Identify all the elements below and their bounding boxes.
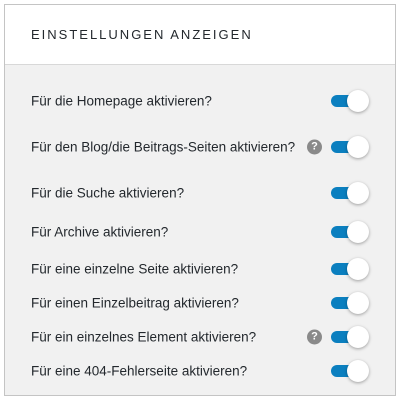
toggle-knob [347, 136, 369, 158]
toggle-knob [347, 221, 369, 243]
single-post-toggle[interactable] [331, 292, 369, 314]
single-element-toggle[interactable] [331, 326, 369, 348]
search-toggle[interactable] [331, 182, 369, 204]
setting-row-404: Für eine 404-Fehlerseite aktivieren? [5, 351, 395, 391]
404-page-toggle[interactable] [331, 360, 369, 382]
toggle-knob [347, 90, 369, 112]
setting-row-homepage: Für die Homepage aktivieren? [5, 81, 395, 121]
setting-label: Für die Suche aktivieren? [31, 185, 185, 201]
setting-row-blog: Für den Blog/die Beitrags-Seiten aktivie… [5, 127, 395, 167]
toggle-knob [347, 292, 369, 314]
display-settings-panel: EINSTELLUNGEN ANZEIGEN Für die Homepage … [4, 4, 396, 396]
blog-toggle[interactable] [331, 136, 369, 158]
toggle-knob [347, 360, 369, 382]
setting-label: Für ein einzelnes Element aktivieren? [31, 329, 257, 345]
toggle-knob [347, 182, 369, 204]
setting-row-search: Für die Suche aktivieren? [5, 173, 395, 213]
setting-label: Für einen Einzelbeitrag aktivieren? [31, 295, 239, 311]
panel-header: EINSTELLUNGEN ANZEIGEN [5, 5, 395, 65]
toggle-knob [347, 326, 369, 348]
archive-toggle[interactable] [331, 221, 369, 243]
setting-label: Für eine 404-Fehlerseite aktivieren? [31, 363, 248, 379]
help-icon[interactable]: ? [307, 329, 322, 345]
setting-label: Für Archive aktivieren? [31, 224, 169, 240]
setting-row-archive: Für Archive aktivieren? [5, 212, 395, 252]
help-icon[interactable]: ? [307, 139, 322, 155]
setting-label: Für den Blog/die Beitrags-Seiten aktivie… [31, 139, 296, 155]
single-page-toggle[interactable] [331, 258, 369, 280]
toggle-knob [347, 258, 369, 280]
setting-label: Für die Homepage aktivieren? [31, 93, 212, 109]
homepage-toggle[interactable] [331, 90, 369, 112]
panel-title: EINSTELLUNGEN ANZEIGEN [31, 27, 253, 42]
setting-label: Für eine einzelne Seite aktivieren? [31, 261, 239, 277]
